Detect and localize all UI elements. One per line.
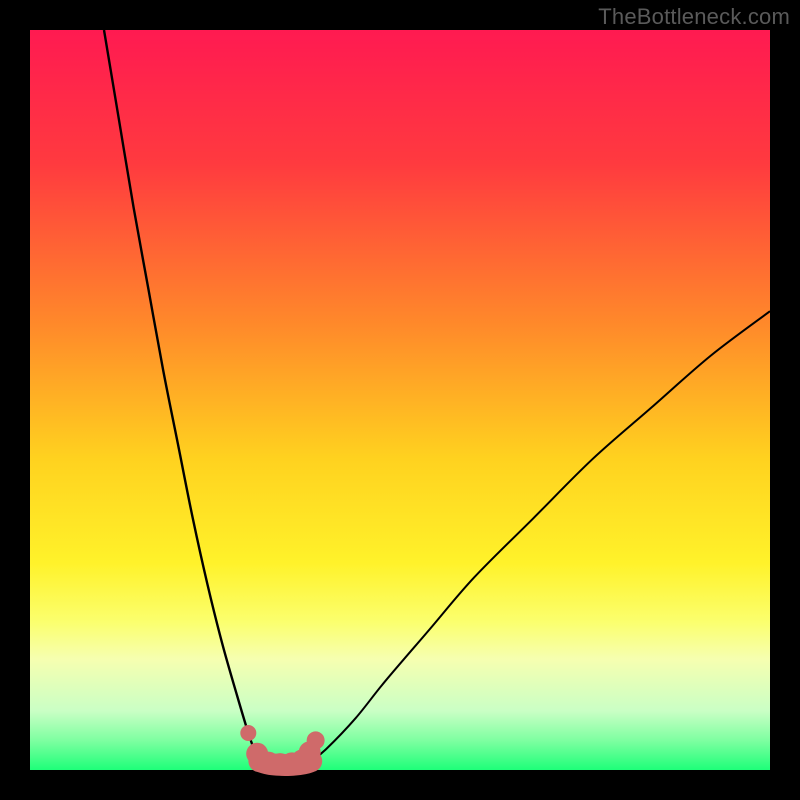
bottleneck-chart [0,0,800,800]
chart-frame: TheBottleneck.com [0,0,800,800]
marker-dot [307,731,325,749]
marker-dot [240,725,256,741]
